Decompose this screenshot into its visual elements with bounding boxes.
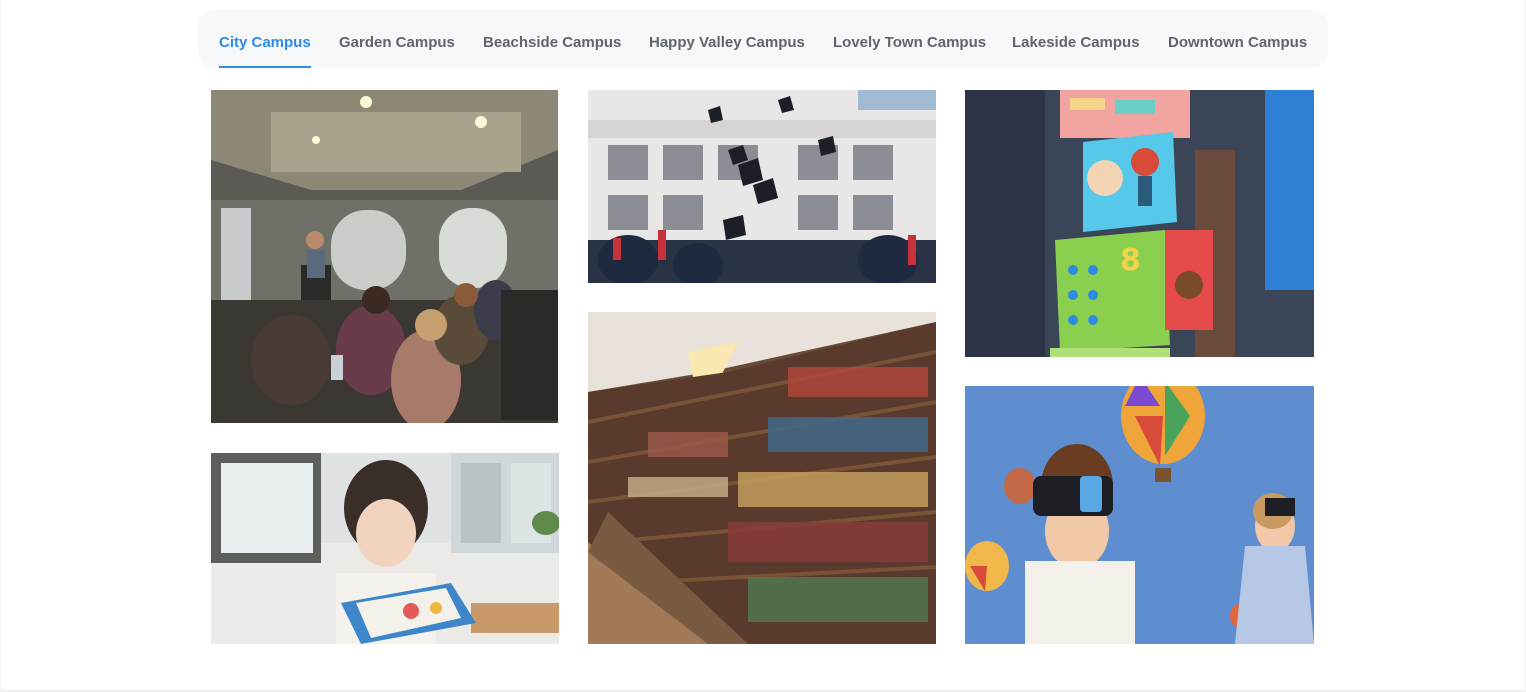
tab-lovely-town-campus[interactable]: Lovely Town Campus [833,10,986,68]
tab-city-campus[interactable]: City Campus [219,10,311,68]
svg-text:8: 8 [1120,243,1141,278]
graduation-caps-photo[interactable] [588,90,936,283]
tab-downtown-campus[interactable]: Downtown Campus [1168,10,1307,68]
campus-tabs: City Campus Garden Campus Beachside Camp… [198,10,1328,68]
tab-lakeside-campus[interactable]: Lakeside Campus [1012,10,1140,68]
tab-happy-valley-campus[interactable]: Happy Valley Campus [649,10,805,68]
lecture-room-photo[interactable] [211,90,558,423]
library-bookshelves-photo[interactable] [588,312,936,644]
toy-blocks-photo[interactable]: 8 [965,90,1314,357]
vr-headset-kids-photo[interactable] [965,386,1314,644]
tab-beachside-campus[interactable]: Beachside Campus [483,10,621,68]
tab-garden-campus[interactable]: Garden Campus [339,10,455,68]
girl-reading-photo[interactable] [211,453,559,644]
